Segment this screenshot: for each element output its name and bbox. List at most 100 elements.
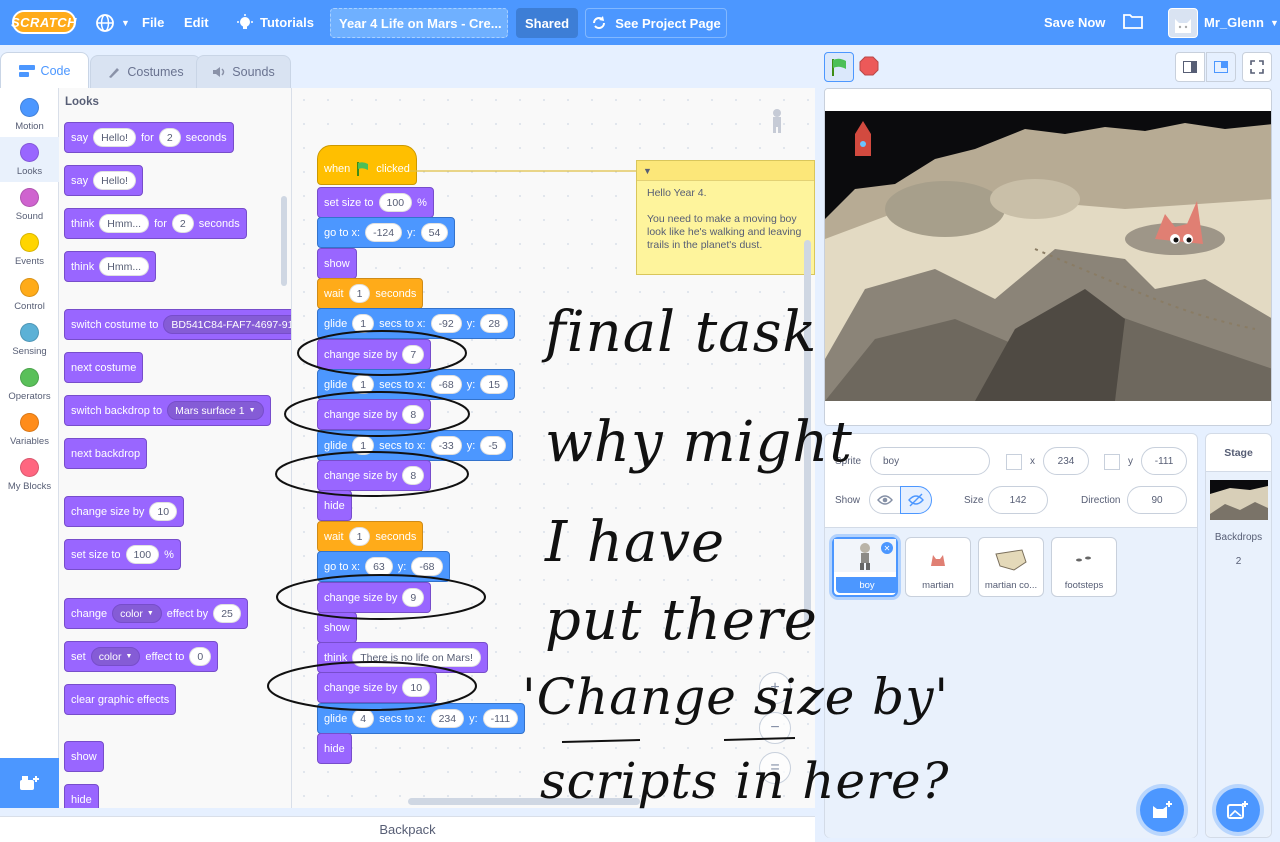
add-extension-button[interactable] [0, 758, 59, 808]
block-change-size[interactable]: change size by 9 [317, 582, 432, 613]
my-stuff-folder-icon[interactable] [1123, 12, 1143, 33]
block-input[interactable]: 1 [352, 375, 375, 394]
block-change-effect[interactable]: change color ▼ effect by 25 [64, 598, 248, 629]
category-motion[interactable]: Motion [0, 92, 59, 137]
block-input[interactable]: 100 [125, 545, 160, 564]
block-hide[interactable]: hide [317, 490, 352, 521]
category-sensing[interactable]: Sensing [0, 317, 59, 362]
block-hide[interactable]: hide [317, 733, 352, 764]
block-input[interactable]: 100 [378, 193, 413, 212]
block-input[interactable]: 2 [171, 214, 194, 233]
block-set-size[interactable]: set size to 100 % [64, 539, 181, 570]
tab-code[interactable]: Code [0, 52, 89, 89]
sprite-tile-boy[interactable]: ✕ boy [832, 537, 898, 597]
block-input[interactable]: 2 [158, 128, 181, 147]
normal-stage-button[interactable] [1206, 52, 1236, 82]
block-change-size[interactable]: change size by 7 [317, 339, 432, 370]
block-input[interactable]: 4 [352, 709, 375, 728]
x-input[interactable]: -92 [430, 314, 462, 333]
category-my-blocks[interactable]: My Blocks [0, 452, 59, 497]
y-input[interactable]: -5 [480, 436, 506, 455]
size-input[interactable]: 142 [988, 486, 1048, 514]
y-input[interactable]: 28 [480, 314, 508, 333]
file-menu[interactable]: File [142, 0, 164, 45]
category-control[interactable]: Control [0, 272, 59, 317]
block-input[interactable]: 9 [402, 588, 425, 607]
backpack[interactable]: Backpack [0, 816, 815, 842]
block-change-size[interactable]: change size by 8 [317, 399, 432, 430]
block-switch-costume[interactable]: switch costume to BD541C84-FAF7-4697-91 [64, 309, 291, 340]
sprite-name-input[interactable]: boy [870, 447, 990, 475]
block-switch-backdrop[interactable]: switch backdrop to Mars surface 1 ▼ [64, 395, 271, 426]
y-input[interactable]: -111 [482, 709, 519, 728]
block-next-backdrop[interactable]: next backdrop [64, 438, 148, 469]
block-go-to-xy[interactable]: go to x: -124 y: 54 [317, 217, 456, 248]
tab-costumes[interactable]: Costumes [90, 55, 201, 88]
x-input[interactable]: -68 [430, 375, 462, 394]
stop-button[interactable] [858, 55, 880, 77]
block-input[interactable]: 7 [402, 345, 425, 364]
block-input[interactable]: Hmm... [99, 257, 150, 276]
add-backdrop-button[interactable] [1216, 788, 1260, 832]
block-input[interactable]: 0 [189, 647, 212, 666]
avatar[interactable] [1168, 8, 1198, 38]
x-input[interactable]: -33 [430, 436, 462, 455]
fullscreen-button[interactable] [1242, 52, 1272, 82]
effect-dropdown[interactable]: color ▼ [90, 647, 141, 666]
block-show[interactable]: show [317, 248, 357, 279]
block-input[interactable]: 1 [352, 436, 375, 455]
x-input[interactable]: 63 [365, 557, 393, 576]
backdrop-dropdown[interactable]: Mars surface 1 ▼ [167, 401, 264, 420]
y-input[interactable]: 54 [420, 223, 449, 242]
delete-sprite-icon[interactable]: ✕ [881, 542, 893, 554]
sprite-tile-footsteps[interactable]: footsteps [1051, 537, 1117, 597]
account-menu[interactable]: Mr_Glenn ▼ [1204, 0, 1279, 45]
block-input[interactable]: Hmm... [99, 214, 150, 233]
script-comment[interactable]: ▼ Hello Year 4. You need to make a movin… [636, 160, 815, 275]
block-input[interactable]: 25 [213, 604, 241, 623]
language-menu[interactable]: ▼ [95, 0, 130, 45]
block-show[interactable]: show [64, 741, 104, 772]
y-input[interactable]: 15 [480, 375, 508, 394]
block-hide[interactable]: hide [64, 784, 99, 808]
palette-scrollbar[interactable] [281, 196, 287, 286]
block-change-size[interactable]: change size by 10 [64, 496, 185, 527]
comment-collapse-bar[interactable]: ▼ [637, 161, 814, 181]
see-project-page-button[interactable]: See Project Page [585, 8, 727, 38]
block-clear-effects[interactable]: clear graphic effects [64, 684, 177, 715]
block-glide[interactable]: glide 1 secs to x: -68 y: 15 [317, 369, 515, 400]
block-think[interactable]: think Hmm... [64, 251, 157, 282]
block-think-for-seconds[interactable]: think Hmm... for 2 seconds [64, 208, 247, 239]
block-set-size[interactable]: set size to 100 % [317, 187, 434, 218]
block-glide[interactable]: glide 1 secs to x: -33 y: -5 [317, 430, 513, 461]
save-now-button[interactable]: Save Now [1044, 0, 1105, 45]
block-change-size[interactable]: change size by 10 [317, 672, 438, 703]
x-input[interactable]: 234 [430, 709, 465, 728]
block-input[interactable]: 8 [402, 466, 425, 485]
direction-input[interactable]: 90 [1127, 486, 1187, 514]
block-input[interactable]: 1 [348, 284, 371, 303]
green-flag-button[interactable] [824, 52, 854, 82]
block-input[interactable]: Hello! [93, 171, 136, 190]
block-wait[interactable]: wait 1 seconds [317, 521, 424, 552]
category-events[interactable]: Events [0, 227, 59, 272]
block-say-for-seconds[interactable]: say Hello! for 2 seconds [64, 122, 234, 153]
stage-target-pane[interactable]: Stage Backdrops 2 [1205, 433, 1272, 838]
block-input[interactable]: Hello! [93, 128, 136, 147]
edit-menu[interactable]: Edit [184, 0, 209, 45]
block-input[interactable]: 1 [348, 527, 371, 546]
add-sprite-button[interactable] [1140, 788, 1184, 832]
block-input[interactable]: 1 [352, 314, 375, 333]
block-wait[interactable]: wait 1 seconds [317, 278, 424, 309]
x-input[interactable]: 234 [1043, 447, 1089, 475]
block-input[interactable]: There is no life on Mars! [352, 648, 481, 667]
small-stage-button[interactable] [1175, 52, 1205, 82]
block-say[interactable]: say Hello! [64, 165, 143, 196]
block-set-effect[interactable]: set color ▼ effect to 0 [64, 641, 219, 672]
block-input[interactable]: 10 [402, 678, 431, 697]
block-glide[interactable]: glide 4 secs to x: 234 y: -111 [317, 703, 526, 734]
stage-canvas[interactable] [824, 88, 1272, 426]
y-input[interactable]: -111 [1141, 447, 1187, 475]
category-variables[interactable]: Variables [0, 407, 59, 452]
block-input[interactable]: 8 [402, 405, 425, 424]
